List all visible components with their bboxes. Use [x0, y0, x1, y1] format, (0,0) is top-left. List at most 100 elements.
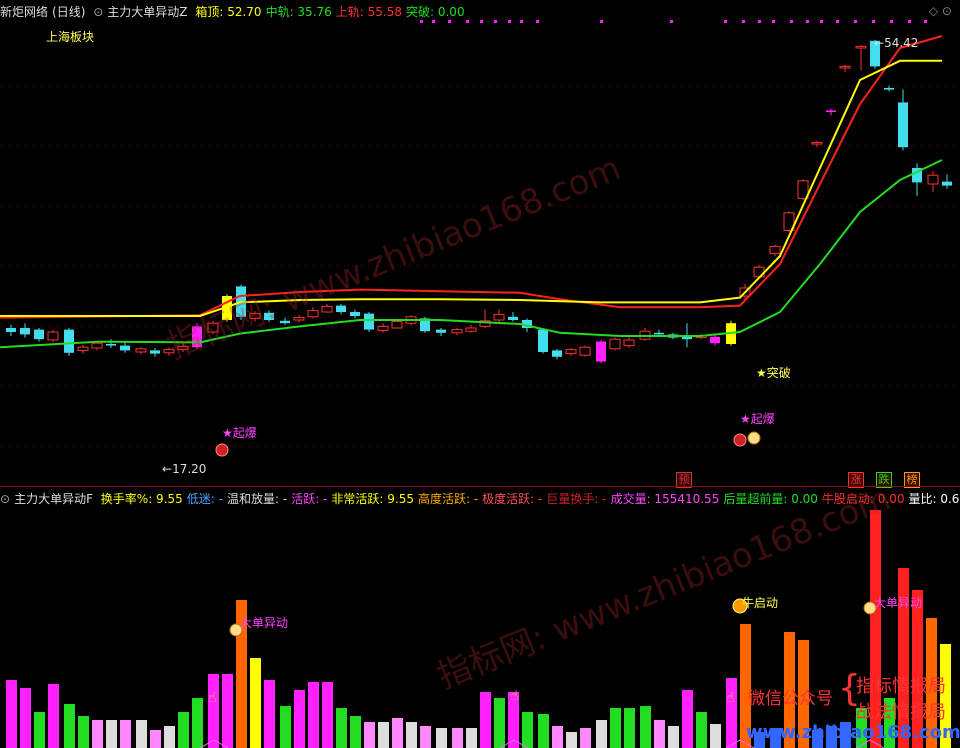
signal-dot-9 — [600, 20, 603, 23]
volume-bar-39 — [566, 732, 577, 748]
volume-bar-47 — [682, 690, 693, 748]
volume-bar-7 — [106, 720, 117, 748]
candle-body-7 — [106, 344, 116, 346]
volume-bar-30 — [436, 728, 447, 748]
volume-bar-8 — [120, 720, 131, 748]
main-header-item-0: 箱顶: 52.70 — [195, 5, 262, 19]
stock-name[interactable]: 新炬网络 — [0, 5, 48, 19]
signal-dot-10 — [670, 20, 673, 23]
signal-dot-21 — [890, 20, 893, 23]
candle-body-64 — [927, 174, 939, 185]
signal-dot-6 — [508, 20, 511, 23]
volume-bar-15 — [222, 674, 233, 748]
candle-body-39 — [565, 349, 577, 355]
candle-body-6 — [91, 342, 103, 349]
sub-header-item-2: 温和放量: - — [226, 492, 288, 506]
dadan-label-2: 大单异动 — [874, 596, 923, 610]
candle-body-4 — [64, 329, 74, 353]
volume-bar-9 — [136, 720, 147, 748]
volume-bar-14 — [208, 674, 219, 748]
signal-dot-23 — [924, 20, 927, 23]
sub-header-item-4: 非常活跃: 9.55 — [331, 492, 414, 506]
volume-bar-27 — [392, 718, 403, 748]
volume-bar-22 — [322, 682, 333, 748]
volume-bar-37 — [538, 714, 549, 748]
candle-body-45 — [654, 332, 664, 335]
indicator-toggle-icon[interactable]: ⊙ — [93, 5, 103, 19]
candlestick-chart[interactable] — [0, 20, 960, 486]
signal-dot-8 — [536, 20, 539, 23]
candle-body-8 — [120, 345, 130, 351]
main-header-item-1: 中轨: 35.76 — [265, 5, 332, 19]
board-label: 上海板块 — [46, 30, 95, 44]
signal-dot-1 — [432, 20, 435, 23]
signal-dot-13 — [758, 20, 761, 23]
volume-bar-0 — [6, 680, 17, 748]
signal-dot-22 — [908, 20, 911, 23]
volume-bar-4 — [64, 704, 75, 748]
candle-body-25 — [364, 313, 374, 330]
volume-bar-26 — [378, 722, 389, 748]
candle-body-42 — [609, 338, 621, 350]
sub-header-item-11: 量比: 0.68 — [908, 492, 960, 506]
volume-bar-17 — [250, 658, 261, 748]
volume-bar-11 — [164, 726, 175, 748]
volume-bar-3 — [48, 684, 59, 748]
hand-pointer-icon-0: ☝ — [208, 690, 217, 706]
candle-body-31 — [451, 329, 463, 334]
volume-bar-21 — [308, 682, 319, 748]
money-bag-icon — [747, 431, 761, 445]
qibao-text-1: 起爆 — [232, 426, 257, 440]
signal-dot-3 — [466, 20, 469, 23]
low-price-value: 17.20 — [172, 462, 207, 476]
signal-dot-5 — [494, 20, 497, 23]
candle-body-61 — [884, 88, 894, 90]
sub-header-item-3: 活跃: - — [291, 492, 328, 506]
candle-body-17 — [249, 313, 261, 319]
candle-body-53 — [769, 245, 781, 255]
volume-bar-10 — [150, 730, 161, 748]
signal-dot-18 — [836, 20, 839, 23]
main-header-item-3: 突破: 0.00 — [406, 5, 465, 19]
signal-dot-7 — [520, 20, 523, 23]
signal-dot-11 — [724, 20, 727, 23]
volume-bar-36 — [522, 712, 533, 748]
volume-bar-13 — [192, 698, 203, 748]
volume-bar-43 — [624, 708, 635, 748]
volume-bar-45 — [654, 720, 665, 748]
candle-body-59 — [855, 45, 867, 49]
candle-body-62 — [898, 102, 908, 148]
sub-indicator-name[interactable]: 主力大单异动F — [14, 492, 93, 506]
tupo-label: ★突破 — [756, 366, 791, 380]
signal-dot-2 — [448, 20, 451, 23]
candle-body-40 — [579, 346, 591, 356]
candle-body-18 — [264, 312, 274, 320]
main-panel-controls[interactable]: ◇ ⊙ — [929, 4, 952, 18]
candle-body-57 — [826, 110, 836, 112]
signal-dot-12 — [742, 20, 745, 23]
candle-body-41 — [596, 341, 606, 362]
candle-body-9 — [135, 348, 147, 353]
volume-bar-20 — [294, 690, 305, 748]
candle-body-37 — [538, 329, 548, 352]
candle-body-34 — [493, 313, 505, 321]
candle-body-35 — [508, 316, 518, 320]
volume-bar-6 — [92, 720, 103, 748]
signal-dot-20 — [872, 20, 875, 23]
candle-body-58 — [839, 65, 851, 69]
volume-bar-28 — [406, 722, 417, 748]
sub-indicator-toggle-icon[interactable]: ⊙ — [0, 492, 10, 506]
volume-bar-41 — [596, 720, 607, 748]
volume-bar-2 — [34, 712, 45, 748]
sub-header-item-9: 后量超前量: 0.00 — [723, 492, 818, 506]
volume-bar-38 — [552, 726, 563, 748]
signal-dot-4 — [480, 20, 483, 23]
period-label[interactable]: (日线) — [52, 5, 85, 19]
signal-dot-17 — [820, 20, 823, 23]
candle-body-23 — [336, 305, 346, 312]
qibao-text-2: 起爆 — [750, 412, 775, 426]
candle-body-21 — [307, 309, 319, 318]
candle-body-56 — [811, 141, 823, 145]
volume-bar-chart[interactable]: ☝ ☝ ☝ — [0, 510, 960, 748]
main-indicator-name[interactable]: 主力大单异动Z — [107, 5, 187, 19]
